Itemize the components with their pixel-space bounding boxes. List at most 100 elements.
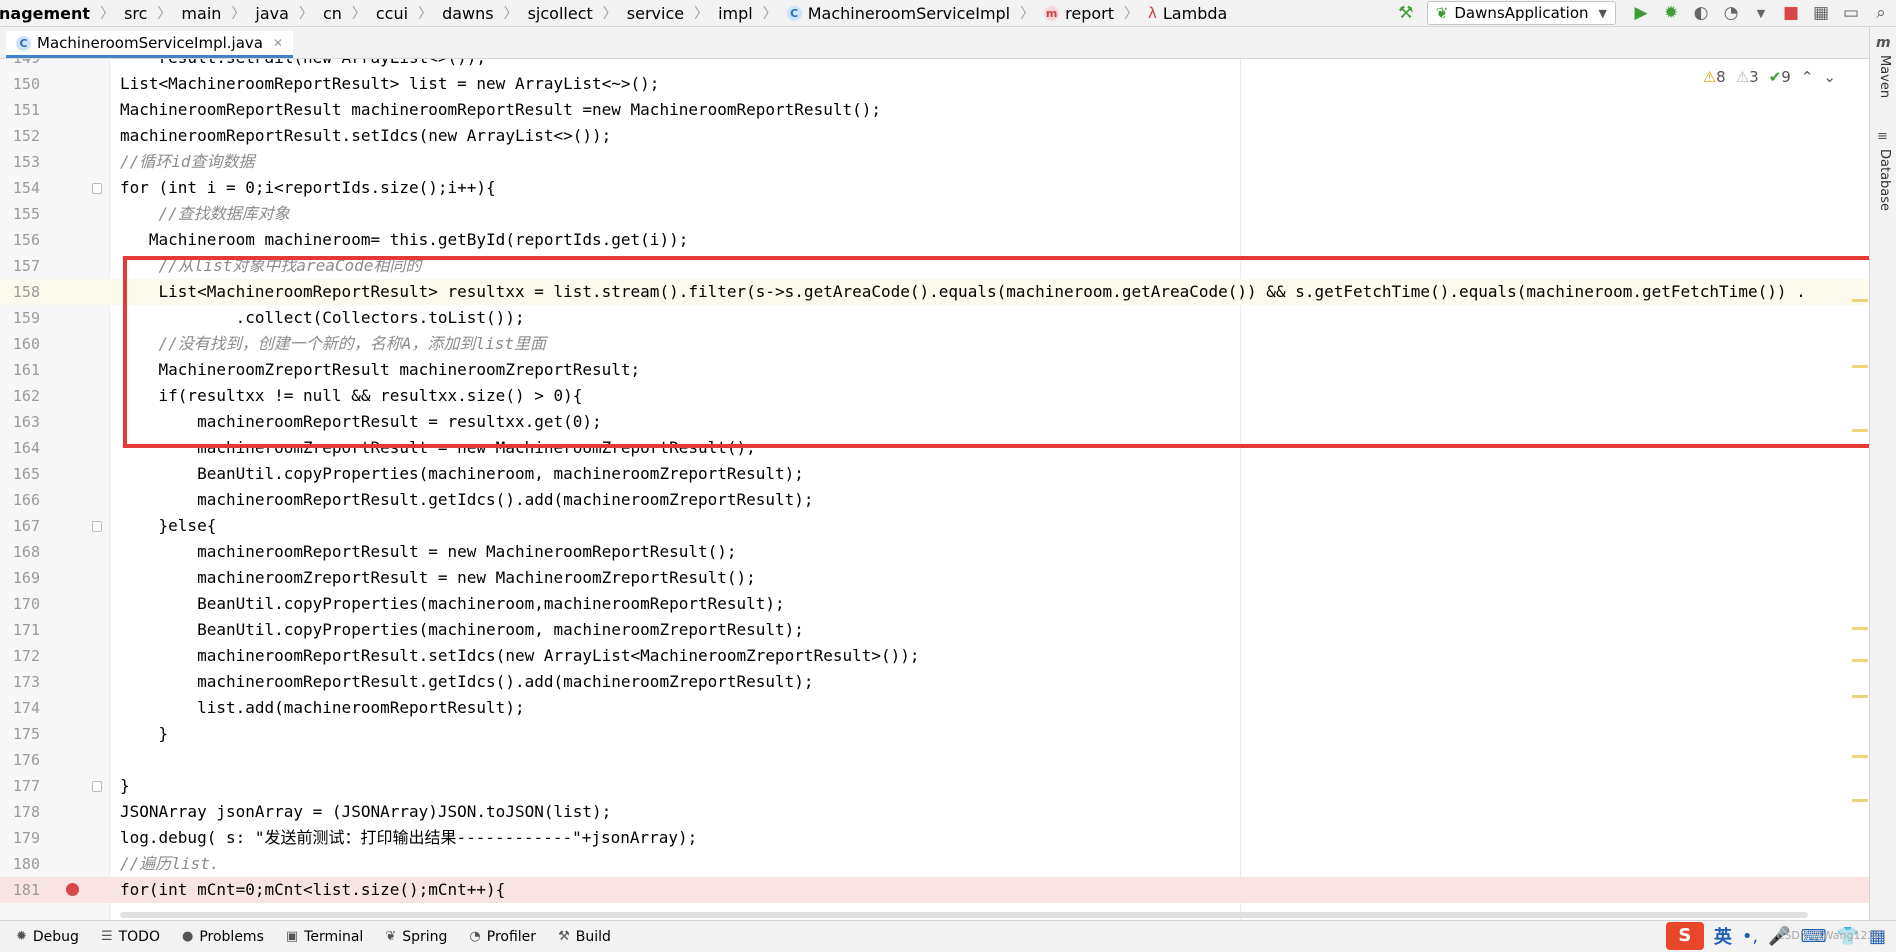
breadcrumb-ccui[interactable]: ccui (374, 4, 410, 23)
code-text: BeanUtil.copyProperties(machineroom,mach… (120, 594, 785, 613)
ime-language-toggle[interactable]: 英 (1714, 923, 1732, 949)
code-comment: //遍历list. (120, 854, 220, 873)
code-line-179: 179 log.debug( s: "发送前测试：打印输出结果----------… (0, 825, 1870, 851)
profiler-icon[interactable]: ◔ (1716, 3, 1746, 23)
code-line-175: 175 } (0, 721, 1870, 747)
line-number: 170 (12, 595, 40, 613)
fold-marker-icon[interactable] (92, 521, 102, 532)
chevron-down-icon: ▼ (1598, 6, 1607, 20)
breadcrumb-sjcollect[interactable]: sjcollect (526, 4, 595, 23)
breadcrumb-service[interactable]: service (625, 4, 686, 23)
breadcrumb-class[interactable]: C MachineroomServiceImpl (785, 4, 1012, 23)
breadcrumb-main[interactable]: main (179, 4, 223, 23)
horizontal-scrollbar[interactable] (120, 912, 1808, 918)
chevron-right-icon: 〉 (231, 6, 246, 22)
tab-label: MachineroomServiceImpl.java (37, 34, 263, 52)
problems-tool-button[interactable]: ● Problems (182, 929, 264, 945)
database-panel-tab[interactable]: Database (1877, 149, 1892, 211)
warnings-count[interactable]: ⚠8 (1703, 68, 1726, 86)
code-line-169: 169 machineroomZreportResult = new Machi… (0, 565, 1870, 591)
code-line-174: 174 list.add(machineroomReportResult); (0, 695, 1870, 721)
info-circle-icon: ● (181, 929, 194, 944)
chevron-right-icon: 〉 (503, 6, 518, 22)
terminal-window-icon[interactable]: ▭ (1836, 3, 1866, 23)
terminal-tool-button[interactable]: ▣ Terminal (286, 929, 363, 945)
run-icon[interactable]: ▶ (1626, 3, 1656, 23)
tool-window-bar: ✹ Debug ☰ TODO ● Problems ▣ Terminal ❦ Spring… (0, 920, 1896, 952)
spring-leaf-icon: ❦ (385, 929, 397, 944)
fold-marker-icon[interactable] (92, 781, 102, 792)
punctuation-icon[interactable]: •, (1742, 926, 1758, 947)
navigation-bar: nagement 〉 src 〉 main 〉 java 〉 cn 〉 ccui 〉 daw… (0, 0, 1896, 27)
code-text: machineroomReportResult.getIdcs().add(ma… (120, 490, 814, 509)
chevron-right-icon: 〉 (762, 6, 777, 22)
code-text: BeanUtil.copyProperties(machineroom, mac… (120, 464, 804, 483)
code-text: log.debug( s: "发送前测试：打印输出结果------------"… (120, 828, 698, 847)
error-stripe-mark[interactable] (1852, 627, 1868, 630)
close-icon[interactable]: ✕ (273, 36, 283, 50)
code-line-181: 181 for(int mCnt=0;mCnt<list.size();mCnt+… (0, 877, 1870, 903)
breadcrumb-module[interactable]: nagement (0, 4, 92, 23)
profiler-tool-button[interactable]: ◔ Profiler (469, 929, 536, 945)
stop-icon[interactable]: ■ (1776, 3, 1806, 23)
breadcrumb-lambda[interactable]: λ Lambda (1146, 4, 1229, 23)
todo-tool-button[interactable]: ☰ TODO (101, 929, 160, 945)
code-text: BeanUtil.copyProperties(machineroom, mac… (120, 620, 804, 639)
run-configuration-selector[interactable]: ❦ DawnsApplication ▼ (1426, 1, 1616, 25)
tab-machineroomserviceimpl[interactable]: C MachineroomServiceImpl.java ✕ (6, 31, 294, 58)
code-line-168: 168 machineroomReportResult = new Machin… (0, 539, 1870, 565)
code-line-176: 176 (0, 747, 1870, 773)
debug-tool-button[interactable]: ✹ Debug (16, 929, 79, 945)
line-number: 156 (12, 231, 40, 249)
watermark-text: CSDN @Wang123A (1776, 929, 1882, 942)
line-number: 180 (12, 855, 40, 873)
project-structure-icon[interactable]: ▦ (1806, 3, 1836, 23)
breadcrumb-src[interactable]: src (122, 4, 149, 23)
breadcrumb-cn[interactable]: cn (321, 4, 344, 23)
error-stripe-mark[interactable] (1852, 695, 1868, 698)
build-hammer-icon[interactable]: ⚒ (1391, 3, 1421, 23)
code-line-178: 178 JSONArray jsonArray = (JSONArray)JSON… (0, 799, 1870, 825)
code-line-171: 171 BeanUtil.copyProperties(machineroom,… (0, 617, 1870, 643)
coverage-icon[interactable]: ◐ (1686, 3, 1716, 23)
class-icon: C (786, 5, 802, 21)
error-stripe-mark[interactable] (1852, 799, 1868, 802)
breadcrumb-java[interactable]: java (253, 4, 291, 23)
line-number: 155 (12, 205, 40, 223)
previous-highlight-icon[interactable]: ⌃ (1801, 68, 1814, 86)
weak-warnings-count[interactable]: ⚠3 (1736, 68, 1759, 86)
inspection-widget[interactable]: ⚠8 ⚠3 ✔9 ⌃ ⌄ (1703, 68, 1836, 86)
toolbar: ⚒ ❦ DawnsApplication ▼ ▶ ✹ ◐ ◔ ▼ ■ ▦ ▭ ⌕ (1391, 0, 1896, 26)
line-number: 159 (12, 309, 40, 327)
next-highlight-icon[interactable]: ⌄ (1823, 68, 1836, 86)
typos-count[interactable]: ✔9 (1769, 68, 1791, 86)
code-editor[interactable]: 149 result.setFail(new ArrayList<>()); 1… (0, 59, 1870, 920)
breadcrumb-lambda-label: Lambda (1162, 3, 1228, 23)
error-stripe-mark[interactable] (1852, 659, 1868, 662)
code-line-150: 150 List<MachineroomReportResult> list = … (0, 71, 1870, 97)
spring-tool-button[interactable]: ❦ Spring (385, 929, 447, 945)
debug-bug-icon[interactable]: ✹ (1656, 3, 1686, 23)
sogou-ime-logo-icon[interactable]: S (1665, 922, 1704, 950)
line-number: 158 (12, 283, 40, 301)
code-line-156: 156 Machineroom machineroom= this.getByI… (0, 227, 1870, 253)
code-line-149: 149 result.setFail(new ArrayList<>()); (0, 59, 1870, 71)
run-configuration-label: DawnsApplication (1454, 4, 1589, 22)
error-stripe-mark[interactable] (1852, 755, 1868, 758)
fold-marker-icon[interactable] (92, 183, 102, 194)
build-tool-button[interactable]: ⚒ Build (558, 929, 611, 945)
maven-panel-tab[interactable]: Maven (1877, 55, 1892, 98)
breadcrumb-impl[interactable]: impl (716, 4, 755, 23)
code-text: List<MachineroomReportResult> list = new… (120, 71, 659, 97)
line-number: 168 (12, 543, 40, 561)
breadcrumb-dawns[interactable]: dawns (440, 4, 496, 23)
more-run-options-icon[interactable]: ▼ (1746, 7, 1776, 20)
breadcrumb-method[interactable]: m report (1042, 4, 1116, 23)
chevron-right-icon: 〉 (602, 6, 617, 22)
search-everywhere-icon[interactable]: ⌕ (1866, 3, 1896, 23)
line-number: 153 (12, 153, 40, 171)
code-line-154: 154 for (int i = 0;i<reportIds.size();i++… (0, 175, 1870, 201)
chevron-right-icon: 〉 (298, 6, 313, 22)
code-line-165: 165 BeanUtil.copyProperties(machineroom,… (0, 461, 1870, 487)
breakpoint-icon[interactable] (66, 883, 79, 896)
